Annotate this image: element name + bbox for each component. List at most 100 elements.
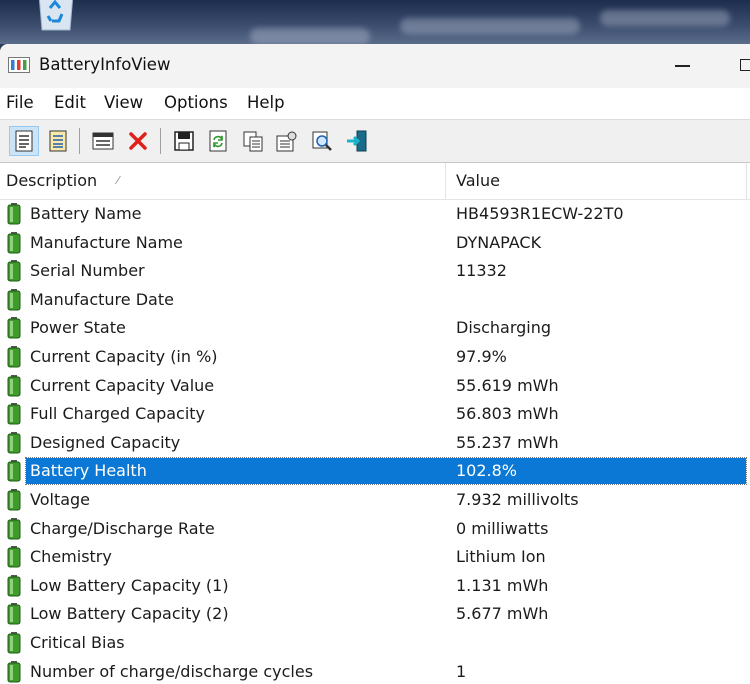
delete-icon <box>126 129 150 153</box>
row-value: 56.803 mWh <box>456 404 559 423</box>
row-description: Number of charge/discharge cycles <box>30 662 313 681</box>
properties-list-button[interactable] <box>43 126 73 156</box>
column-header-description[interactable]: Description <box>6 171 97 190</box>
menu-file[interactable]: File <box>6 93 34 112</box>
column-header-value[interactable]: Value <box>456 171 500 190</box>
table-row[interactable]: Designed Capacity 55.237 mWh <box>0 429 750 458</box>
menu-options[interactable]: Options <box>164 93 228 112</box>
table-row[interactable]: Current Capacity (in %) 97.9% <box>0 343 750 372</box>
row-description: Manufacture Date <box>30 290 174 309</box>
row-description: Manufacture Name <box>30 233 183 252</box>
save-icon <box>172 129 196 153</box>
battery-icon <box>7 489 21 511</box>
column-divider[interactable] <box>746 163 747 199</box>
row-description: Battery Name <box>30 204 142 223</box>
html-report-button[interactable] <box>88 126 118 156</box>
properties-button[interactable] <box>272 126 302 156</box>
row-description: Chemistry <box>30 547 112 566</box>
menu-edit[interactable]: Edit <box>54 93 86 112</box>
table-row[interactable]: Low Battery Capacity (2) 5.677 mWh <box>0 600 750 629</box>
table-row[interactable]: Battery Name HB4593R1ECW-22T0 <box>0 200 750 229</box>
table-row[interactable]: Current Capacity Value 55.619 mWh <box>0 372 750 401</box>
row-value: Lithium Ion <box>456 547 546 566</box>
table-row[interactable]: Power State Discharging <box>0 314 750 343</box>
delete-button[interactable] <box>123 126 153 156</box>
row-value: Discharging <box>456 318 551 337</box>
row-value: 1 <box>456 662 466 681</box>
table-row[interactable]: Manufacture Name DYNAPACK <box>0 229 750 258</box>
battery-icon <box>7 632 21 654</box>
row-description: Charge/Discharge Rate <box>30 519 215 538</box>
table-row[interactable]: Voltage7.932 millivolts <box>0 486 750 515</box>
exit-icon <box>345 129 369 153</box>
battery-icon <box>7 346 21 368</box>
row-value: 1.131 mWh <box>456 576 548 595</box>
find-icon <box>310 129 334 153</box>
main-window: BatteryInfoView File Edit View Options H… <box>0 44 750 684</box>
row-value: 7.932 millivolts <box>456 490 579 509</box>
table-row[interactable]: Chemistry Lithium Ion <box>0 543 750 572</box>
battery-icon <box>7 661 21 683</box>
row-description: Serial Number <box>30 261 145 280</box>
refresh-icon <box>206 129 230 153</box>
save-button[interactable] <box>169 126 199 156</box>
desktop-background <box>0 0 750 44</box>
column-divider[interactable] <box>445 163 446 199</box>
table-row[interactable]: Charge/Discharge Rate 0 milliwatts <box>0 515 750 544</box>
battery-icon <box>7 375 21 397</box>
toolbar-separator <box>79 128 80 154</box>
refresh-button[interactable] <box>203 126 233 156</box>
table-row[interactable]: Manufacture Date <box>0 286 750 315</box>
toolbar <box>0 119 750 164</box>
toolbar-separator <box>160 128 161 154</box>
battery-icon <box>7 203 21 225</box>
row-value: 97.9% <box>456 347 507 366</box>
battery-icon <box>7 460 21 482</box>
properties-list-icon <box>46 129 70 153</box>
table-row[interactable]: Low Battery Capacity (1)1.131 mWh <box>0 572 750 601</box>
menu-help[interactable]: Help <box>247 93 285 112</box>
battery-icon <box>7 546 21 568</box>
row-description: Battery Health <box>30 461 147 480</box>
row-description: Current Capacity (in %) <box>30 347 218 366</box>
row-description: Full Charged Capacity <box>30 404 205 423</box>
menu-bar: File Edit View Options Help <box>0 88 750 118</box>
advanced-report-button[interactable] <box>9 126 39 156</box>
row-value: DYNAPACK <box>456 233 541 252</box>
battery-info-list[interactable]: Description ⁄ Value Battery Name HB4593R1… <box>0 163 750 683</box>
row-value: 0 milliwatts <box>456 519 548 538</box>
properties-icon <box>275 129 299 153</box>
list-header: Description ⁄ Value <box>0 163 750 200</box>
maximize-icon <box>740 59 750 71</box>
table-row[interactable]: Full Charged Capacity 56.803 mWh <box>0 400 750 429</box>
row-description: Current Capacity Value <box>30 376 214 395</box>
table-row[interactable]: Critical Bias <box>0 629 750 658</box>
row-description: Low Battery Capacity (2) <box>30 604 229 623</box>
find-button[interactable] <box>307 126 337 156</box>
row-value: HB4593R1ECW-22T0 <box>456 204 624 223</box>
rows-container: Battery Name HB4593R1ECW-22T0 Manufacture … <box>0 200 750 684</box>
battery-icon <box>7 603 21 625</box>
table-row[interactable]: Number of charge/discharge cycles 1 <box>0 658 750 684</box>
battery-icon <box>7 518 21 540</box>
row-value: 102.8% <box>456 461 517 480</box>
copy-button[interactable] <box>238 126 268 156</box>
recycle-bin-icon[interactable] <box>33 0 79 34</box>
table-row[interactable]: Serial Number11332 <box>0 257 750 286</box>
menu-view[interactable]: View <box>104 93 143 112</box>
row-value: 55.237 mWh <box>456 433 559 452</box>
row-description: Power State <box>30 318 126 337</box>
sort-indicator-icon: ⁄ <box>117 174 119 187</box>
row-description: Critical Bias <box>30 633 125 652</box>
battery-icon <box>7 289 21 311</box>
minimize-button[interactable] <box>660 44 706 88</box>
table-row[interactable]: Battery Health 102.8% <box>0 457 750 486</box>
exit-button[interactable] <box>342 126 372 156</box>
window-title: BatteryInfoView <box>39 55 170 74</box>
maximize-button[interactable] <box>724 44 750 88</box>
row-description: Designed Capacity <box>30 433 180 452</box>
row-value: 5.677 mWh <box>456 604 548 623</box>
row-value: 55.619 mWh <box>456 376 559 395</box>
title-bar[interactable]: BatteryInfoView <box>0 44 750 88</box>
battery-icon <box>7 260 21 282</box>
